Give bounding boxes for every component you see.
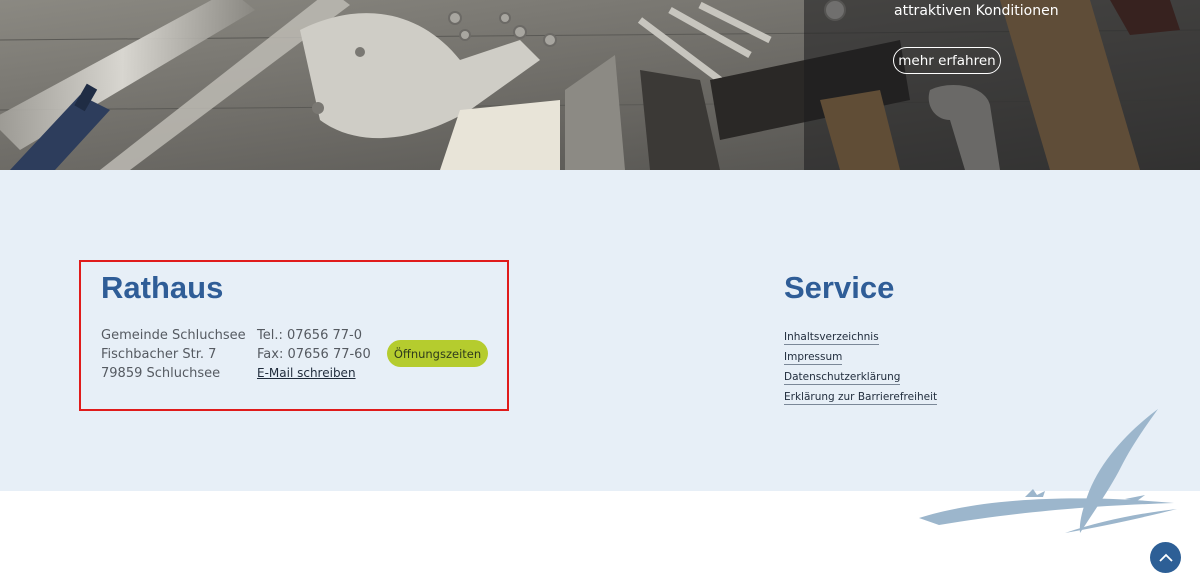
hero-banner: attraktiven Konditionen mehr erfahren	[0, 0, 1200, 170]
scroll-top-button[interactable]	[1150, 542, 1181, 573]
sailboat-logo-icon	[919, 409, 1177, 533]
link-impressum[interactable]: Impressum	[784, 351, 843, 365]
address-line-2: Fischbacher Str. 7	[101, 347, 217, 362]
email-link[interactable]: E-Mail schreiben	[257, 364, 356, 383]
address-line-3: 79859 Schluchsee	[101, 366, 221, 381]
link-datenschutz[interactable]: Datenschutzerklärung	[784, 371, 901, 385]
link-inhaltsverzeichnis[interactable]: Inhaltsverzeichnis	[784, 331, 879, 345]
list-item: Datenschutzerklärung	[784, 367, 937, 387]
rathaus-title: Rathaus	[101, 270, 224, 305]
list-item: Erklärung zur Barrierefreiheit	[784, 387, 938, 407]
link-barrierefreiheit[interactable]: Erklärung zur Barrierefreiheit	[784, 391, 938, 405]
fax-number: Fax: 07656 77-60	[257, 347, 371, 362]
chevron-up-icon	[1158, 553, 1173, 562]
service-link-list: Inhaltsverzeichnis Impressum Datenschutz…	[784, 327, 938, 407]
address-line-1: Gemeinde Schluchsee	[101, 328, 246, 343]
opening-hours-button[interactable]: Öffnungszeiten	[387, 340, 488, 367]
list-item: Impressum	[784, 347, 937, 367]
service-title: Service	[784, 270, 895, 305]
list-item: Inhaltsverzeichnis	[784, 327, 937, 347]
hero-text: attraktiven Konditionen	[894, 3, 1059, 19]
rathaus-address: Gemeinde Schluchsee Fischbacher Str. 7 7…	[101, 326, 246, 383]
rathaus-contact: Tel.: 07656 77-0 Fax: 07656 77-60 E-Mail…	[257, 326, 371, 383]
hero-overlay	[804, 0, 1200, 170]
phone-number[interactable]: Tel.: 07656 77-0	[257, 326, 371, 345]
more-info-button[interactable]: mehr erfahren	[893, 47, 1001, 74]
